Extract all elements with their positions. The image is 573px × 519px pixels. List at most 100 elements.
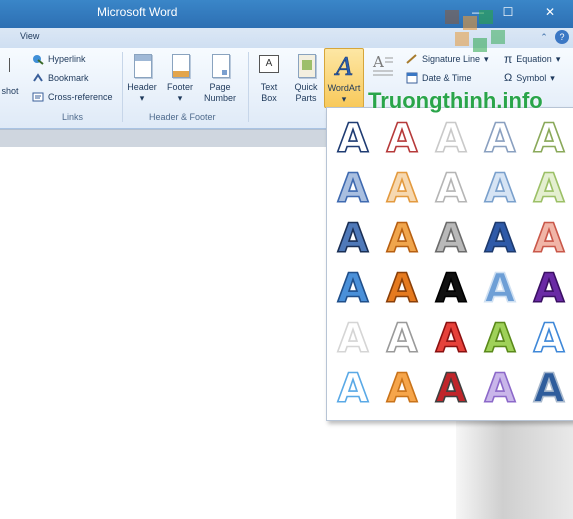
header-icon	[131, 52, 153, 78]
number-label: Number	[203, 93, 236, 103]
wordart-letter: A	[338, 216, 369, 260]
wordart-style-option[interactable]: A	[480, 164, 520, 213]
header-label: Header	[127, 82, 157, 92]
screenshot-icon	[7, 56, 15, 82]
wordart-style-option[interactable]: A	[529, 264, 569, 313]
parts-label: Parts	[295, 93, 317, 103]
wordart-style-option[interactable]: A	[382, 214, 422, 263]
bookmark-button[interactable]: Bookmark	[32, 70, 89, 86]
wordart-style-option[interactable]: A	[480, 314, 520, 363]
wordart-style-option[interactable]: A	[333, 114, 373, 163]
date-time-label: Date & Time	[422, 73, 472, 83]
wordart-letter: A	[338, 366, 369, 410]
quick-parts-button[interactable]: Quick Parts	[290, 52, 322, 104]
screenshot-label: shot	[1, 86, 19, 96]
wordart-letter: A	[534, 216, 565, 260]
wordart-style-option[interactable]: A	[529, 314, 569, 363]
wordart-style-option[interactable]: A	[333, 264, 373, 313]
hyperlink-icon	[32, 53, 44, 65]
symbol-label: Symbol	[516, 73, 547, 83]
page-number-icon	[209, 52, 231, 78]
wordart-letter: A	[534, 366, 565, 410]
quick-parts-icon	[295, 52, 317, 78]
app-title: Microsoft Word	[97, 5, 178, 19]
wordart-style-option[interactable]: A	[431, 214, 471, 263]
equation-button[interactable]: π Equation ▾	[504, 51, 560, 67]
header-button[interactable]: Header ▾	[126, 52, 158, 104]
wordart-dropdown-caret: ▾	[341, 94, 347, 104]
signature-line-icon	[406, 53, 418, 65]
equation-label: Equation	[516, 54, 552, 64]
wordart-letter: A	[485, 116, 516, 160]
wordart-button[interactable]: A WordArt ▾	[324, 48, 364, 108]
wordart-letter: A	[387, 216, 418, 260]
help-button[interactable]: ?	[555, 30, 569, 44]
wordart-letter: A	[436, 216, 467, 260]
tab-view[interactable]: View	[20, 31, 39, 41]
wordart-style-option[interactable]: A	[431, 364, 471, 413]
wordart-letter: A	[338, 116, 369, 160]
symbol-button[interactable]: Ω Symbol ▾	[504, 70, 555, 86]
close-button[interactable]: ✕	[538, 3, 562, 21]
watermark-text: Truongthinh.info	[368, 88, 543, 113]
wordart-style-option[interactable]: A	[431, 314, 471, 363]
wordart-gallery: AAAAAAAAAAAAAAAAAAAAAAAAAAAAAA	[326, 107, 573, 421]
wordart-letter: A	[534, 266, 565, 310]
wordart-letter: A	[485, 366, 516, 410]
wordart-style-option[interactable]: A	[333, 164, 373, 213]
document-margin-shadow	[456, 420, 573, 519]
wordart-style-option[interactable]: A	[382, 364, 422, 413]
wordart-style-option[interactable]: A	[480, 214, 520, 263]
wordart-style-option[interactable]: A	[382, 164, 422, 213]
wordart-style-option[interactable]: A	[480, 114, 520, 163]
hyperlink-label: Hyperlink	[48, 54, 86, 64]
hyperlink-button[interactable]: Hyperlink	[32, 51, 86, 67]
footer-dropdown-caret: ▾	[177, 93, 183, 103]
wordart-style-option[interactable]: A	[480, 264, 520, 313]
wordart-letter: A	[436, 166, 467, 210]
omega-icon: Ω	[504, 72, 513, 84]
wordart-style-option[interactable]: A	[529, 164, 569, 213]
drop-cap-icon[interactable]: A	[372, 52, 394, 78]
wordart-letter: A	[534, 316, 565, 360]
cross-reference-label: Cross-reference	[48, 92, 113, 102]
wordart-style-option[interactable]: A	[382, 314, 422, 363]
wordart-letter: A	[436, 316, 467, 360]
quick-label: Quick	[294, 82, 318, 92]
wordart-style-option[interactable]: A	[333, 364, 373, 413]
wordart-style-option[interactable]: A	[382, 264, 422, 313]
wordart-letter: A	[436, 366, 467, 410]
wordart-letter: A	[387, 266, 418, 310]
wordart-style-option[interactable]: A	[480, 364, 520, 413]
bookmark-icon	[32, 72, 44, 84]
footer-button[interactable]: Footer ▾	[164, 52, 196, 104]
group-separator	[122, 52, 123, 122]
group-separator	[248, 52, 249, 122]
wordart-icon: A	[333, 53, 355, 82]
wordart-letter: A	[387, 166, 418, 210]
wordart-style-option[interactable]: A	[333, 314, 373, 363]
box-label: Box	[261, 93, 277, 103]
wordart-style-option[interactable]: A	[431, 164, 471, 213]
text-label: Text	[260, 82, 278, 92]
cross-reference-icon	[32, 91, 44, 103]
text-box-button[interactable]: A Text Box	[254, 52, 284, 104]
date-time-button[interactable]: Date & Time	[406, 70, 472, 86]
wordart-style-option[interactable]: A	[333, 214, 373, 263]
page-number-button[interactable]: Page Number	[198, 52, 242, 104]
header-dropdown-caret: ▾	[139, 93, 145, 103]
wordart-style-option[interactable]: A	[431, 264, 471, 313]
svg-text:A: A	[334, 53, 353, 79]
screenshot-button[interactable]: shot	[0, 56, 22, 97]
wordart-style-option[interactable]: A	[529, 364, 569, 413]
wordart-style-option[interactable]: A	[529, 114, 569, 163]
cross-reference-button[interactable]: Cross-reference	[32, 89, 113, 105]
links-group-label: Links	[62, 112, 84, 122]
wordart-style-option[interactable]: A	[431, 114, 471, 163]
footer-icon	[169, 52, 191, 78]
wordart-style-option[interactable]: A	[529, 214, 569, 263]
header-footer-group-label: Header & Footer	[149, 112, 216, 122]
wordart-style-option[interactable]: A	[382, 114, 422, 163]
minimize-ribbon-button[interactable]: ⌃	[537, 30, 551, 44]
wordart-letter: A	[485, 266, 516, 310]
